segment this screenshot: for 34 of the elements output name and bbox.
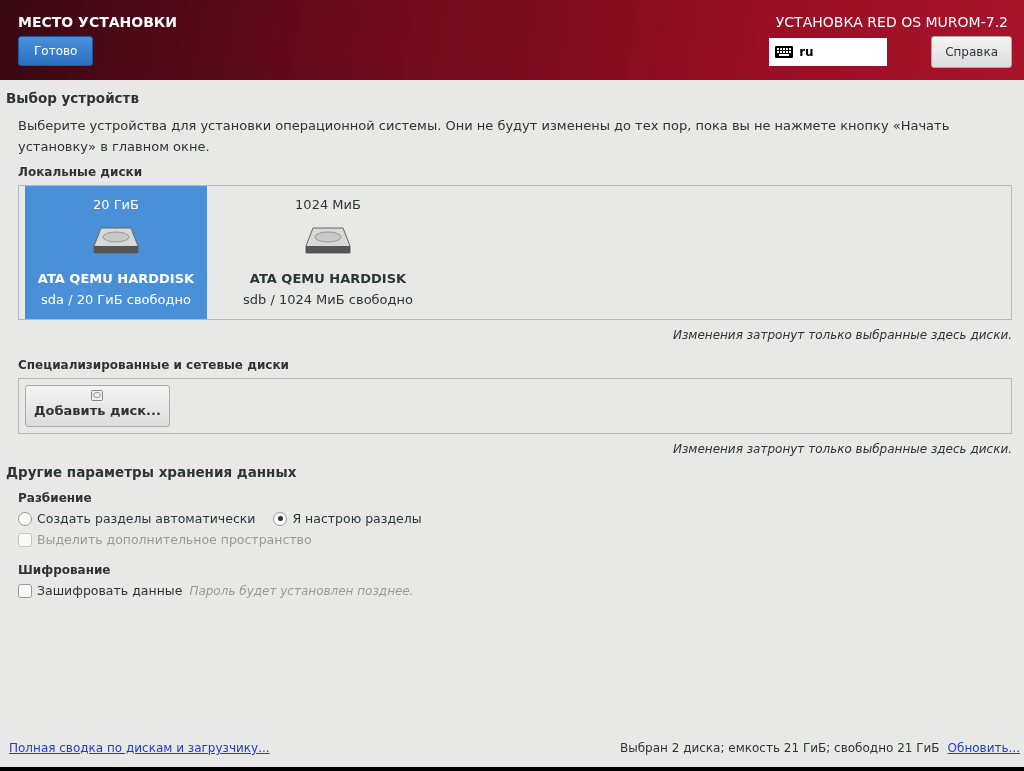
checkbox-icon[interactable]: [18, 583, 32, 598]
local-disks-label: Локальные диски: [18, 165, 144, 179]
disk-name: ATA QEMU HARDDISK: [249, 271, 407, 286]
disk-summary-link[interactable]: Полная сводка по дискам и загрузчику...: [9, 741, 270, 755]
add-disk-button[interactable]: Добавить диск...: [25, 385, 170, 427]
disk-size: 1024 МиБ: [295, 197, 361, 212]
help-button[interactable]: Справка: [931, 36, 1012, 68]
encrypt-checkbox[interactable]: Зашифровать данные Пароль будет установлен позднее.: [18, 583, 414, 598]
section-heading: Другие параметры хранения данных: [6, 464, 298, 480]
disk-tile[interactable]: 1024 МиБ ATA QEMU HARDDISK sdb / 1024 МиБ свободно: [207, 186, 449, 319]
disk-size: 20 ГиБ: [93, 197, 139, 212]
specialized-disks-label: Специализированные и сетевые диски: [18, 358, 290, 372]
partitioning-label: Разбиение: [18, 491, 93, 505]
disk-detail: sdb / 1024 МиБ свободно: [243, 292, 413, 307]
disk-name: ATA QEMU HARDDISK: [37, 271, 195, 286]
section-heading: Выбор устройств: [6, 90, 140, 106]
note-text: Изменения затронут только выбранные здесь диски.: [672, 328, 1012, 342]
refresh-link[interactable]: Обновить...: [947, 741, 1020, 755]
keyboard-icon: [775, 46, 794, 58]
screen-title: МЕСТО УСТАНОВКИ: [18, 14, 177, 30]
partitioning-radio[interactable]: Я настрою разделы: [273, 511, 422, 526]
hint-text: Пароль будет установлен позднее.: [189, 583, 414, 598]
encryption-label: Шифрование: [18, 563, 112, 577]
radio-icon[interactable]: [18, 511, 32, 526]
status-text: Выбран 2 диска; емкость 21 ГиБ; свободно 21 ГиБ: [619, 741, 940, 755]
partitioning-radio[interactable]: Создать разделы автоматически: [18, 511, 256, 526]
keyboard-layout-field[interactable]: ru: [769, 38, 888, 66]
product-title: УСТАНОВКА RED OS MUROM-7.2: [775, 14, 1008, 30]
radio-icon[interactable]: [273, 511, 288, 526]
note-text: Изменения затронут только выбранные здесь диски.: [672, 442, 1012, 456]
disk-icon: [91, 390, 104, 401]
disk-detail: sda / 20 ГиБ свободно: [41, 292, 191, 307]
done-button[interactable]: Готово: [18, 36, 94, 66]
description-text: Выберите устройства для установки операционной системы. Они не будут изменены до тех пор, пока вы не нажмете кнопку «Начать установку» в главном окне.: [18, 117, 951, 156]
